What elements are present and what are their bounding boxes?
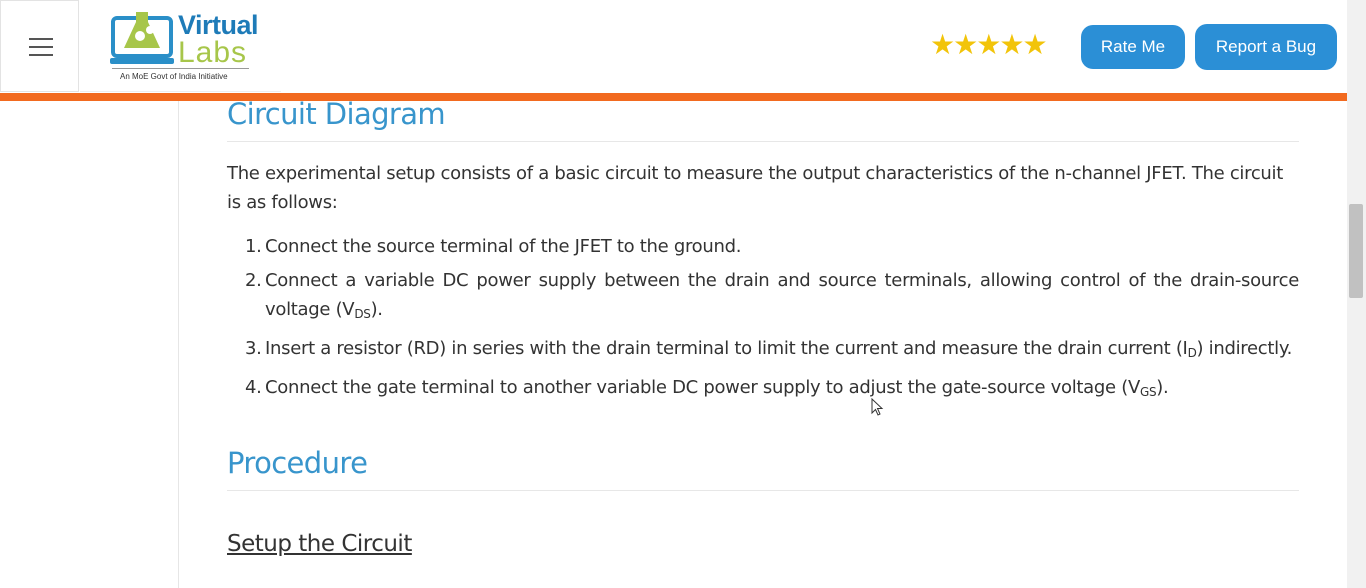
list-number: 4.: [245, 377, 262, 398]
list-text: ) indirectly.: [1196, 338, 1293, 359]
list-number: 2.: [245, 270, 262, 291]
menu-icon-line: [29, 38, 53, 40]
top-header: Virtual Labs An MoE Govt of India Initia…: [0, 0, 1347, 93]
procedure-heading: Procedure: [227, 446, 368, 480]
section-divider: [227, 141, 1299, 142]
setup-circuit-subheading: Setup the Circuit: [227, 531, 412, 557]
circuit-intro-text: The experimental setup consists of a bas…: [227, 163, 1283, 213]
star-icon: ★: [930, 29, 956, 60]
rating-stars: ★★★★★: [930, 29, 1048, 60]
list-item: 2. Connect a variable DC power supply be…: [227, 266, 1299, 329]
list-text: Connect the gate terminal to another var…: [265, 377, 1140, 398]
list-number: 3.: [245, 338, 262, 359]
flask-gear-icon: [110, 12, 174, 64]
header-accent-bar: [0, 93, 1347, 101]
logo-text-labs: Labs: [178, 36, 248, 69]
list-text: Connect the source terminal of the JFET …: [265, 236, 742, 257]
mouse-cursor-icon: [871, 398, 884, 416]
list-text: ).: [1156, 377, 1169, 398]
sidebar-divider: [178, 101, 179, 588]
logo-divider: [112, 68, 249, 69]
list-text: ).: [370, 299, 383, 320]
subscript: DS: [354, 307, 371, 321]
list-number: 1.: [245, 236, 262, 257]
logo-tagline: An MoE Govt of India Initiative: [120, 72, 228, 81]
subscript: GS: [1139, 385, 1157, 399]
list-text: Insert a resistor (RD) in series with th…: [265, 338, 1188, 359]
section-divider: [227, 490, 1299, 491]
list-item: 3. Insert a resistor (RD) in series with…: [227, 334, 1299, 368]
circuit-diagram-heading: Circuit Diagram: [227, 97, 446, 131]
rate-me-button[interactable]: Rate Me: [1081, 25, 1185, 69]
subscript: D: [1187, 346, 1197, 360]
list-item: 1. Connect the source terminal of the JF…: [227, 232, 1299, 261]
list-text: Connect a variable DC power supply betwe…: [265, 270, 1299, 320]
virtual-labs-logo[interactable]: Virtual Labs An MoE Govt of India Initia…: [80, 0, 281, 92]
menu-icon-line: [29, 54, 53, 56]
hamburger-menu-button[interactable]: [0, 0, 79, 92]
star-icon: ★: [999, 29, 1025, 60]
circuit-steps-list: 1. Connect the source terminal of the JF…: [227, 232, 1299, 407]
scrollbar-thumb[interactable]: [1349, 204, 1363, 298]
report-bug-button[interactable]: Report a Bug: [1195, 24, 1337, 70]
star-icon: ★: [953, 29, 979, 60]
list-item: 4. Connect the gate terminal to another …: [227, 373, 1299, 407]
star-icon: ★: [1022, 29, 1048, 60]
menu-icon-line: [29, 46, 53, 48]
star-icon: ★: [976, 29, 1002, 60]
